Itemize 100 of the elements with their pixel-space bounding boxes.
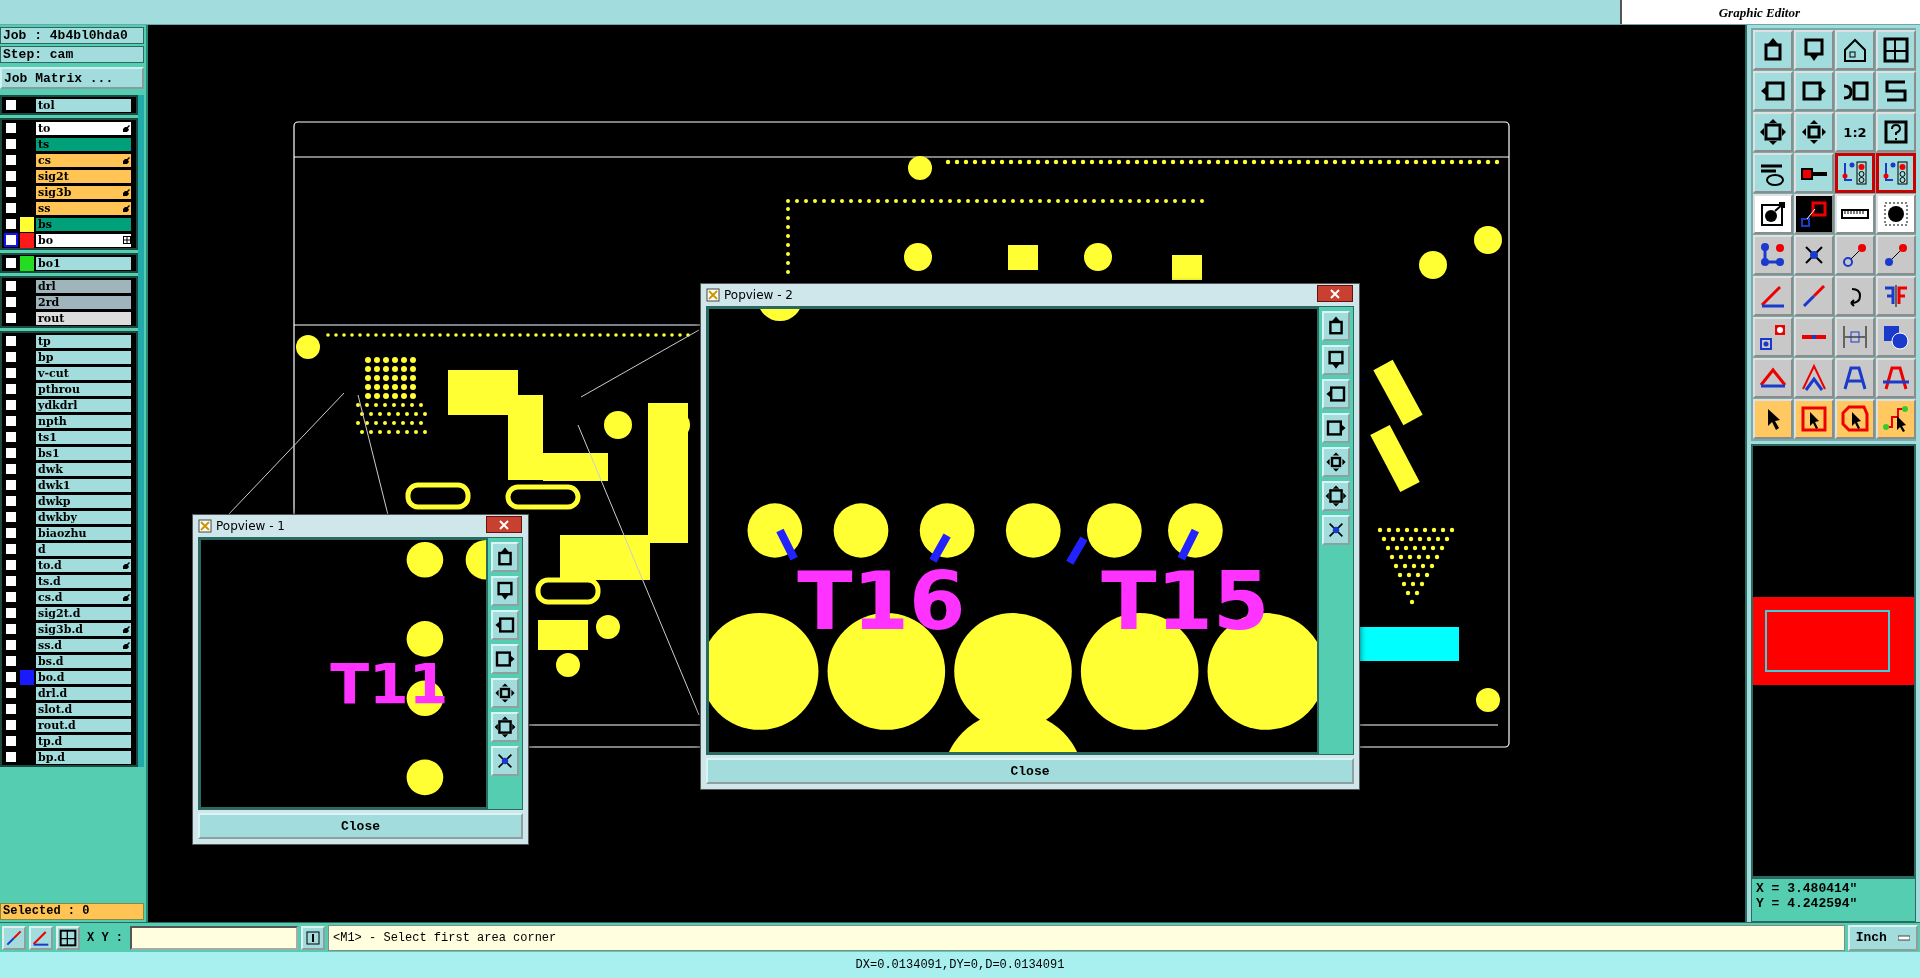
layer-checkbox[interactable] xyxy=(4,542,18,556)
layer-checkbox[interactable] xyxy=(4,734,18,748)
snap-button[interactable] xyxy=(2,925,26,950)
layer-checkbox[interactable] xyxy=(4,398,18,412)
layer-checkbox[interactable] xyxy=(4,279,18,293)
layer-name[interactable]: drl xyxy=(35,278,132,294)
view-tool-button[interactable] xyxy=(491,610,519,640)
layer-name[interactable]: sig2t.d xyxy=(35,605,132,621)
close-button[interactable] xyxy=(1317,285,1353,302)
layer-checkbox[interactable] xyxy=(4,622,18,636)
layer-name[interactable]: cs xyxy=(35,152,132,168)
layer-checkbox[interactable] xyxy=(4,414,18,428)
view-tool-button[interactable] xyxy=(1322,413,1350,443)
view-tool-button[interactable] xyxy=(491,644,519,674)
layer-checkbox[interactable] xyxy=(4,382,18,396)
layer-checkbox[interactable] xyxy=(4,311,18,325)
layer-checkbox[interactable] xyxy=(4,526,18,540)
tool-button[interactable]: 1:2 xyxy=(1835,112,1875,152)
view-tool-button[interactable] xyxy=(1322,345,1350,375)
layer-name[interactable]: to.d xyxy=(35,557,132,573)
layer-checkbox[interactable] xyxy=(4,350,18,364)
layer-name[interactable]: bo.d xyxy=(35,669,132,685)
layer-checkbox[interactable] xyxy=(4,201,18,215)
layer-name[interactable]: bs.d xyxy=(35,653,132,669)
layer-name[interactable]: dwkby xyxy=(35,509,132,525)
layer-checkbox[interactable] xyxy=(4,185,18,199)
layer-checkbox[interactable] xyxy=(4,121,18,135)
layer-checkbox[interactable] xyxy=(4,638,18,652)
view-tool-button[interactable] xyxy=(491,712,519,742)
layer-checkbox[interactable] xyxy=(4,295,18,309)
view-tool-button[interactable] xyxy=(1322,447,1350,477)
layer-checkbox[interactable] xyxy=(4,430,18,444)
layer-name[interactable]: tp.d xyxy=(35,733,132,749)
tool-button[interactable] xyxy=(1835,153,1875,193)
layer-name[interactable]: to xyxy=(35,120,132,136)
angle-button[interactable] xyxy=(29,925,53,950)
layer-name[interactable]: slot.d xyxy=(35,701,132,717)
xy-input-field[interactable] xyxy=(130,925,298,950)
layer-name[interactable]: cs.d xyxy=(35,589,132,605)
layer-name[interactable]: ts1 xyxy=(35,429,132,445)
view-tool-button[interactable] xyxy=(1322,379,1350,409)
layer-checkbox[interactable] xyxy=(4,446,18,460)
tool-button[interactable] xyxy=(1876,153,1916,193)
layer-name[interactable]: rout xyxy=(35,310,132,326)
layer-checkbox[interactable] xyxy=(4,478,18,492)
layer-checkbox[interactable] xyxy=(4,462,18,476)
layer-name[interactable]: bp xyxy=(35,349,132,365)
layer-checkbox[interactable] xyxy=(4,702,18,716)
enter-button[interactable] xyxy=(301,925,325,950)
layer-checkbox[interactable] xyxy=(4,494,18,508)
layer-name[interactable]: drl.d xyxy=(35,685,132,701)
layer-name[interactable]: sig3b.d xyxy=(35,621,132,637)
layer-name[interactable]: rout.d xyxy=(35,717,132,733)
layer-name[interactable]: biaozhu xyxy=(35,525,132,541)
close-button[interactable]: Close xyxy=(198,813,523,839)
layer-name[interactable]: npth xyxy=(35,413,132,429)
layer-checkbox[interactable] xyxy=(4,670,18,684)
view-tool-button[interactable] xyxy=(491,542,519,572)
layer-checkbox[interactable] xyxy=(4,750,18,764)
layer-name[interactable]: v-cut xyxy=(35,365,132,381)
close-button[interactable]: Close xyxy=(706,758,1354,784)
layer-name[interactable]: sig2t xyxy=(35,168,132,184)
layer-checkbox[interactable] xyxy=(4,590,18,604)
layer-name[interactable]: ts.d xyxy=(35,573,132,589)
layer-checkbox[interactable] xyxy=(4,686,18,700)
layer-name[interactable]: bo1 xyxy=(35,255,132,271)
layer-name[interactable]: tol xyxy=(35,97,132,113)
layer-name[interactable]: d xyxy=(35,541,132,557)
layer-checkbox[interactable] xyxy=(4,718,18,732)
layer-checkbox[interactable] xyxy=(4,169,18,183)
layer-name[interactable]: tp xyxy=(35,333,132,349)
layer-name[interactable]: dwk xyxy=(35,461,132,477)
grid-button[interactable] xyxy=(56,925,80,950)
close-button[interactable] xyxy=(486,516,522,533)
layer-name[interactable]: 2rd xyxy=(35,294,132,310)
layer-name[interactable]: ydkdrl xyxy=(35,397,132,413)
layer-name[interactable]: sig3b xyxy=(35,184,132,200)
view-tool-button[interactable] xyxy=(491,746,519,776)
layer-checkbox[interactable] xyxy=(4,558,18,572)
layer-checkbox[interactable] xyxy=(4,256,18,270)
layer-name[interactable]: bo xyxy=(35,232,132,248)
view-tool-button[interactable] xyxy=(1322,311,1350,341)
layer-checkbox[interactable] xyxy=(4,98,18,112)
layer-checkbox[interactable] xyxy=(4,233,18,247)
layer-name[interactable]: pthrou xyxy=(35,381,132,397)
view-tool-button[interactable] xyxy=(1322,515,1350,545)
view-tool-button[interactable] xyxy=(491,678,519,708)
layer-name[interactable]: ss.d xyxy=(35,637,132,653)
view-tool-button[interactable] xyxy=(491,576,519,606)
layer-name[interactable]: dwk1 xyxy=(35,477,132,493)
layer-checkbox[interactable] xyxy=(4,574,18,588)
layer-checkbox[interactable] xyxy=(4,153,18,167)
layer-name[interactable]: ss xyxy=(35,200,132,216)
job-matrix-button[interactable]: Job Matrix ... xyxy=(0,67,144,89)
units-dropdown[interactable]: Inch xyxy=(1848,924,1918,951)
layer-checkbox[interactable] xyxy=(4,137,18,151)
layer-checkbox[interactable] xyxy=(4,510,18,524)
layer-name[interactable]: ts xyxy=(35,136,132,152)
layer-checkbox[interactable] xyxy=(4,217,18,231)
layer-name[interactable]: dwkp xyxy=(35,493,132,509)
